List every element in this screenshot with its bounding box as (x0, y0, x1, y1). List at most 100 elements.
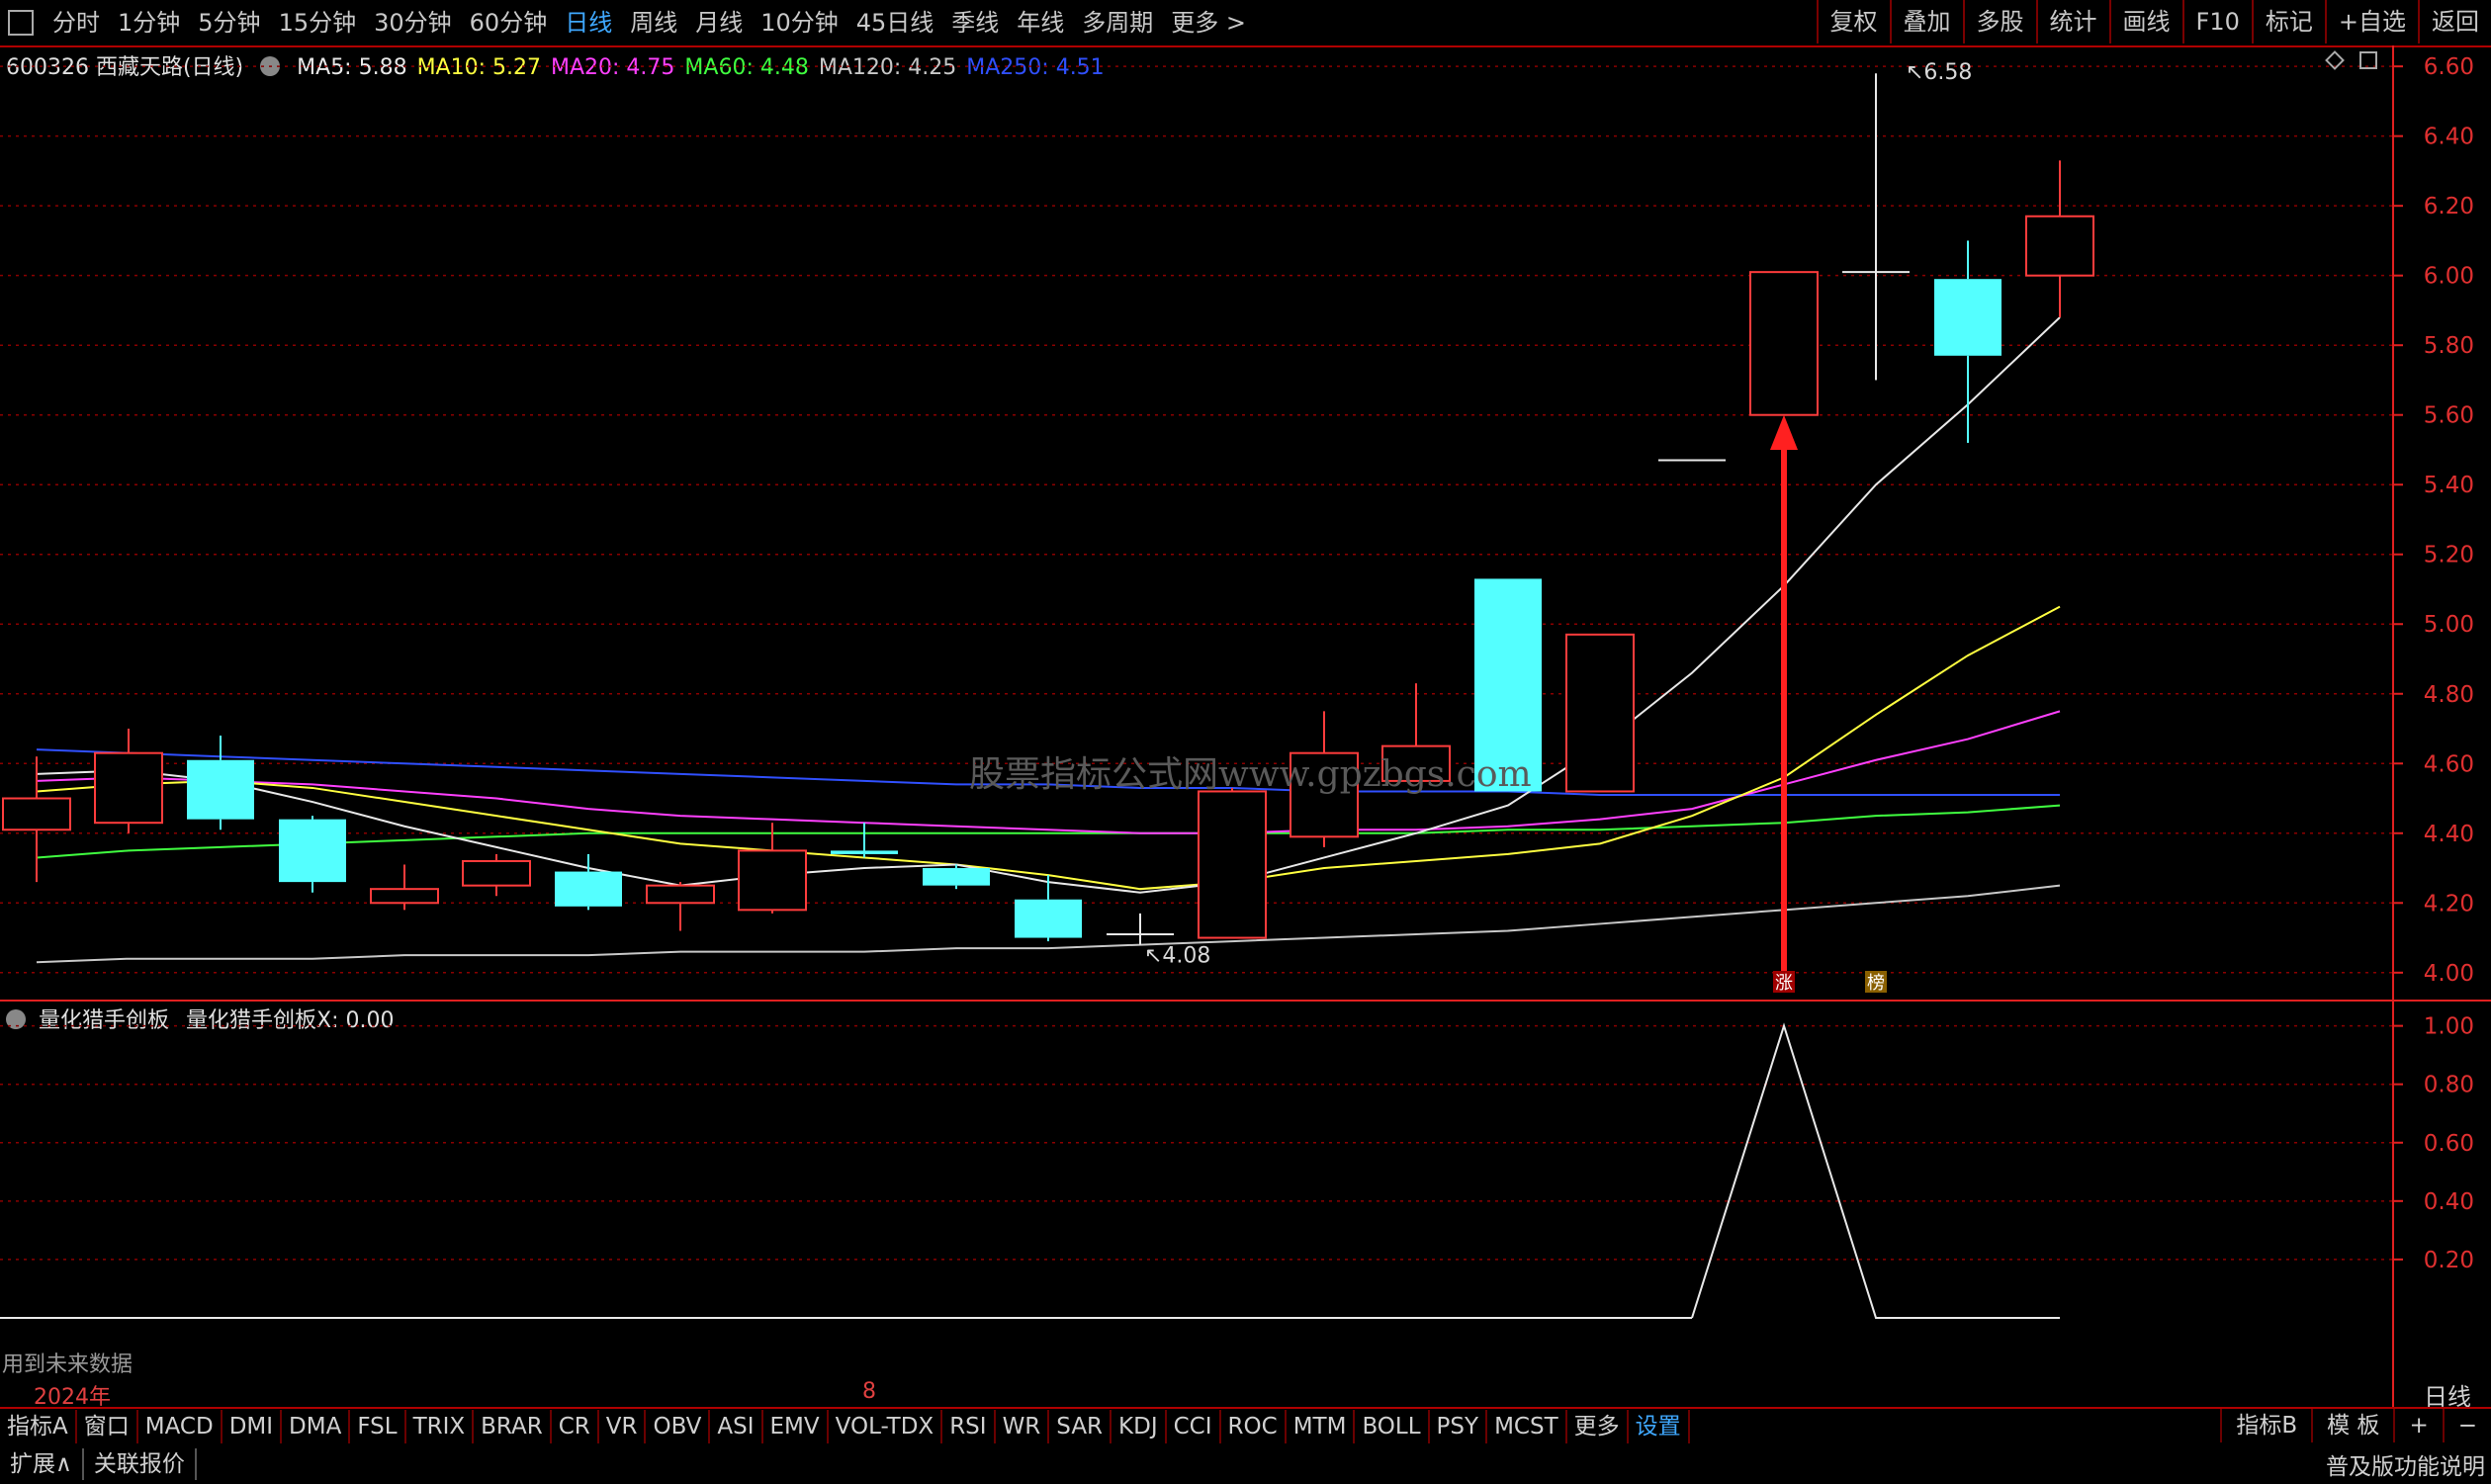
indicator-tab-9[interactable]: VR (599, 1410, 647, 1443)
tool-button-7[interactable]: +自选 (2324, 0, 2418, 44)
period-tab-0[interactable]: 分时 (44, 1, 109, 44)
period-tab-11[interactable]: 季线 (942, 1, 1008, 44)
indicator-tab-25[interactable]: 设置 (1629, 1410, 1690, 1443)
candle-body-7 (646, 884, 715, 905)
tool-button-6[interactable]: 标记 (2251, 0, 2325, 44)
indicator-tab-17[interactable]: KDJ (1112, 1410, 1167, 1443)
period-tab-1[interactable]: 1分钟 (109, 1, 189, 44)
top-toolbar: 分时 1分钟 5分钟 15分钟 30分钟 60分钟 日线 周线 月线 10分钟 45日线 季线 年线 多周… (0, 0, 2491, 47)
tool-button-8[interactable]: 返回 (2418, 0, 2491, 44)
period-tab-9[interactable]: 10分钟 (752, 1, 847, 44)
candle-body-19 (1749, 271, 1819, 416)
candle-body-6 (555, 871, 622, 907)
period-tabs: 分时 1分钟 5分钟 15分钟 30分钟 60分钟 日线 周线 月线 10分钟 45日线 季线 年线 多周… (44, 1, 1255, 44)
period-tab-2[interactable]: 5分钟 (189, 1, 269, 44)
indicator-tick-1: 0.80 (2424, 1073, 2474, 1098)
plus-button[interactable]: + (2393, 1409, 2442, 1442)
indicator-tabs-bar: 指标A 窗口 MACD DMI DMA FSL TRIX BRAR CR VR OBV ASI EMV V… (0, 1407, 2491, 1446)
tool-button-5[interactable]: F10 (2181, 0, 2252, 44)
candle-body-11 (1015, 899, 1082, 938)
marker-bang: 榜 (1867, 973, 1885, 994)
indicator-tab-0[interactable]: 指标A (0, 1410, 77, 1443)
candle-body-10 (923, 868, 990, 886)
price-tick-11: 4.40 (2424, 822, 2474, 847)
indicator-tab-24[interactable]: 更多 (1567, 1410, 1629, 1443)
indicator-tab-22[interactable]: PSY (1430, 1410, 1488, 1443)
watermark: 股票指标公式网www.gpzbgs.com (969, 754, 1532, 795)
price-tick-5: 5.60 (2424, 403, 2474, 429)
chart-area[interactable]: 6.60 6.40 6.20 6.00 5.80 5.60 5.40 5.20 5.00 4.80… (0, 45, 2491, 1407)
candle-body-5 (462, 859, 531, 887)
tool-button-1[interactable]: 叠加 (1889, 0, 1963, 44)
indicator-tab-10[interactable]: OBV (646, 1410, 711, 1443)
period-tab-5[interactable]: 60分钟 (461, 1, 557, 44)
indicator-tabs: 指标A 窗口 MACD DMI DMA FSL TRIX BRAR CR VR OBV ASI EMV V… (0, 1410, 1690, 1443)
candle-body-9 (831, 850, 898, 854)
price-tick-8: 5.00 (2424, 612, 2474, 638)
indicator-tick-0: 1.00 (2424, 1014, 2474, 1040)
candle-body-22 (2025, 215, 2094, 277)
indicator-tick-3: 0.40 (2424, 1189, 2474, 1215)
indicator-tab-4[interactable]: DMA (282, 1410, 351, 1443)
template-button[interactable]: 模 板 (2311, 1409, 2393, 1442)
tool-button-4[interactable]: 画线 (2108, 0, 2182, 44)
price-tick-10: 4.60 (2424, 751, 2474, 777)
indicator-tab-3[interactable]: DMI (222, 1410, 283, 1443)
indicator-tab-20[interactable]: MTM (1287, 1410, 1356, 1443)
high-price-label: ↖6.58 (1906, 60, 1972, 85)
price-tick-4: 5.80 (2424, 333, 2474, 359)
tool-buttons: 复权 叠加 多股 统计 画线 F10 标记 +自选 返回 (1816, 0, 2491, 44)
indicator-tab-8[interactable]: CR (552, 1410, 599, 1443)
indicator-right-tools: 指标B 模 板 + − (2220, 1409, 2491, 1442)
marker-zhang: 涨 (1775, 973, 1793, 994)
candle-body-0 (2, 797, 71, 831)
indicator-line (1691, 1022, 2060, 1319)
indicator-tab-21[interactable]: BOLL (1355, 1410, 1430, 1443)
indicator-tab-18[interactable]: CCI (1167, 1410, 1221, 1443)
price-tick-12: 4.20 (2424, 891, 2474, 917)
tool-button-0[interactable]: 复权 (1816, 0, 1890, 44)
indicator-tab-1[interactable]: 窗口 (77, 1410, 138, 1443)
panel-toggle-icon[interactable] (2359, 51, 2377, 69)
candle-body-13 (1198, 790, 1267, 939)
indicator-tab-6[interactable]: TRIX (406, 1410, 475, 1443)
indicator-tick-2: 0.60 (2424, 1131, 2474, 1157)
status-bar: 扩展∧ 关联报价 普及版功能说明 (0, 1444, 2491, 1484)
price-tick-0: 6.60 (2424, 54, 2474, 80)
signal-arrow-head (1770, 414, 1798, 450)
tool-button-2[interactable]: 多股 (1962, 0, 2036, 44)
minus-button[interactable]: − (2442, 1409, 2491, 1442)
price-tick-13: 4.00 (2424, 961, 2474, 987)
period-tab-14[interactable]: 更多 > (1162, 1, 1255, 44)
grid-icon[interactable] (8, 10, 34, 36)
date-label-month: 8 (862, 1379, 876, 1404)
period-tab-6[interactable]: 日线 (556, 1, 621, 44)
period-tab-7[interactable]: 周线 (621, 1, 686, 44)
indicator-b-button[interactable]: 指标B (2220, 1409, 2311, 1442)
candle-body-17 (1565, 633, 1635, 793)
candle-body-4 (370, 888, 439, 905)
indicator-tab-2[interactable]: MACD (138, 1410, 222, 1443)
edition-info[interactable]: 普及版功能说明 (2326, 1447, 2485, 1481)
future-data-note: 用到未来数据 (2, 1353, 133, 1377)
period-tab-10[interactable]: 45日线 (847, 1, 943, 44)
indicator-tab-15[interactable]: WR (996, 1410, 1050, 1443)
period-tab-4[interactable]: 30分钟 (365, 1, 461, 44)
indicator-tab-13[interactable]: VOL-TDX (829, 1410, 943, 1443)
period-tab-13[interactable]: 多周期 (1073, 1, 1162, 44)
period-tab-12[interactable]: 年线 (1008, 1, 1073, 44)
indicator-tab-23[interactable]: MCST (1487, 1410, 1567, 1443)
indicator-tab-7[interactable]: BRAR (474, 1410, 552, 1443)
period-tab-8[interactable]: 月线 (686, 1, 752, 44)
related-quote-button[interactable]: 关联报价 (84, 1448, 197, 1480)
candle-body-3 (279, 819, 346, 883)
period-tab-3[interactable]: 15分钟 (270, 1, 366, 44)
indicator-tab-12[interactable]: EMV (763, 1410, 829, 1443)
indicator-tab-14[interactable]: RSI (942, 1410, 996, 1443)
expand-button[interactable]: 扩展∧ (0, 1448, 84, 1480)
indicator-tab-11[interactable]: ASI (710, 1410, 763, 1443)
indicator-tab-5[interactable]: FSL (350, 1410, 406, 1443)
tool-button-3[interactable]: 统计 (2035, 0, 2109, 44)
indicator-tab-16[interactable]: SAR (1049, 1410, 1112, 1443)
indicator-tab-19[interactable]: ROC (1221, 1410, 1287, 1443)
